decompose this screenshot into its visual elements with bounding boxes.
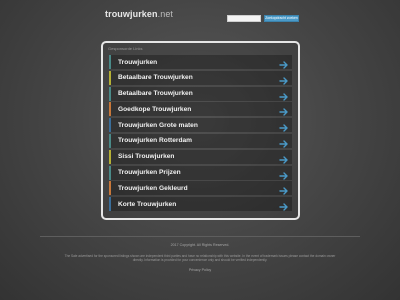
- logo-main: trouwjurken: [105, 9, 158, 19]
- link-label: Goedkope Trouwjurken: [118, 105, 192, 113]
- arrow-right-icon[interactable]: [279, 136, 289, 148]
- link-list: Trouwjurken Betaalbare Trouwjurken Betaalb…: [109, 55, 292, 213]
- arrow-right-icon[interactable]: [279, 89, 289, 101]
- link-label: Betaalbare Trouwjurken: [118, 90, 193, 98]
- link-color-bar: [109, 197, 111, 212]
- search-button[interactable]: Zoekopdracht zoeken: [264, 15, 299, 22]
- link-color-bar: [109, 86, 111, 101]
- disclaimer-text: The Sale advertised for the sponsored li…: [64, 254, 336, 263]
- top-bar: trouwjurken.net Zoekopdracht zoeken: [0, 0, 400, 26]
- link-label: Trouwjurken Rotterdam: [118, 137, 193, 145]
- arrow-right-icon[interactable]: [279, 57, 289, 69]
- link-label: Trouwjurken Gekleurd: [118, 184, 188, 192]
- link-label: Betaalbare Trouwjurken: [118, 74, 193, 82]
- privacy-policy-link[interactable]: Privacy Policy: [0, 268, 400, 272]
- footer-divider: [40, 236, 360, 237]
- link-item[interactable]: Betaalbare Trouwjurken: [109, 70, 292, 85]
- arrow-right-icon[interactable]: [279, 120, 289, 132]
- arrow-right-icon[interactable]: [279, 168, 289, 180]
- link-label: Trouwjurken Grote maten: [118, 121, 198, 129]
- link-color-bar: [109, 55, 111, 69]
- link-item[interactable]: Trouwjurken: [109, 55, 292, 69]
- logo-suffix: .net: [157, 9, 174, 19]
- panel-heading: Gesponsorde Links: [108, 46, 143, 51]
- link-color-bar: [109, 118, 111, 133]
- arrow-right-icon[interactable]: [279, 183, 289, 196]
- link-item[interactable]: Korte Trouwjurken: [109, 197, 292, 212]
- arrow-right-icon[interactable]: [279, 152, 289, 164]
- link-label: Trouwjurken Prijzen: [118, 169, 181, 177]
- link-label: Sissi Trouwjurken: [118, 153, 175, 161]
- link-item[interactable]: Sissi Trouwjurken: [109, 149, 292, 164]
- link-item[interactable]: Trouwjurken Gekleurd: [109, 181, 292, 196]
- link-item[interactable]: Trouwjurken Rotterdam: [109, 133, 292, 148]
- link-color-bar: [109, 181, 111, 196]
- sponsored-links-panel: Gesponsorde Links Trouwjurken Betaalbare …: [101, 41, 300, 220]
- link-color-bar: [109, 70, 111, 85]
- copyright-text: 2017 Copyright. All Rights Reserved.: [170, 243, 230, 247]
- link-color-bar: [109, 165, 111, 180]
- link-color-bar: [109, 133, 111, 148]
- arrow-right-icon[interactable]: [279, 73, 289, 85]
- link-color-bar: [109, 149, 111, 164]
- link-label: Trouwjurken: [118, 58, 158, 66]
- link-item[interactable]: Trouwjurken Prijzen: [109, 165, 292, 180]
- link-color-bar: [109, 102, 111, 117]
- arrow-right-icon[interactable]: [279, 104, 289, 117]
- link-label: Korte Trouwjurken: [118, 200, 177, 208]
- arrow-right-icon[interactable]: [279, 199, 289, 211]
- search-input[interactable]: [227, 15, 261, 22]
- link-item[interactable]: Trouwjurken Grote maten: [109, 118, 292, 133]
- link-item[interactable]: Betaalbare Trouwjurken: [109, 86, 292, 101]
- link-item[interactable]: Goedkope Trouwjurken: [109, 102, 292, 117]
- site-logo[interactable]: trouwjurken.net: [105, 9, 173, 19]
